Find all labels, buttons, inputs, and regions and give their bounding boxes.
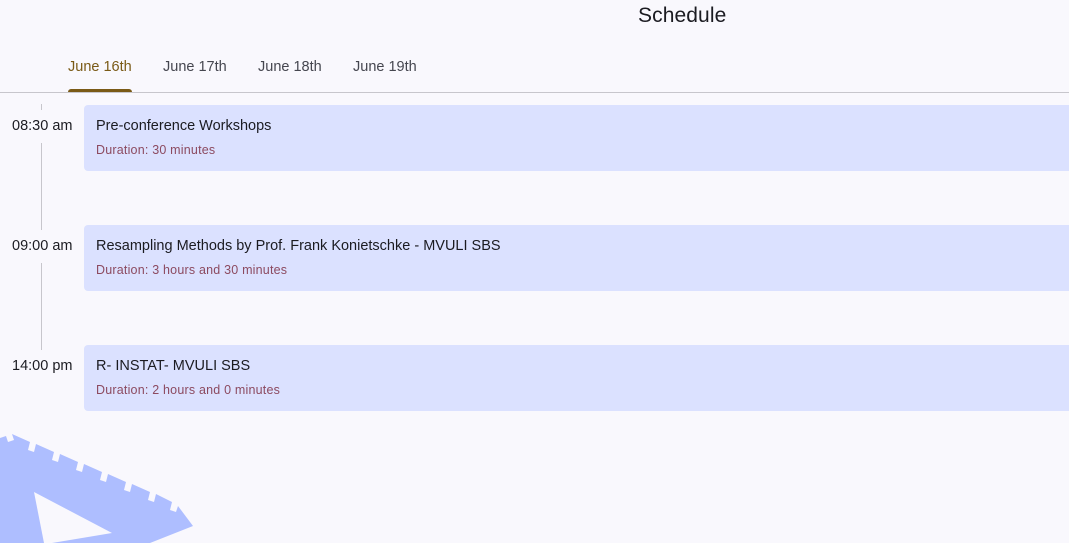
event-card[interactable]: Pre-conference Workshops Duration: 30 mi… bbox=[84, 105, 1069, 171]
event-title: Pre-conference Workshops bbox=[96, 118, 272, 134]
event-title: R- INSTAT- MVULI SBS bbox=[96, 358, 251, 374]
event-time: 08:30 am bbox=[12, 118, 73, 134]
event-card[interactable]: R- INSTAT- MVULI SBS Duration: 2 hours a… bbox=[84, 345, 1069, 411]
tab-label: June 18th bbox=[258, 59, 322, 75]
tab-june-17th[interactable]: June 17th bbox=[163, 46, 227, 92]
date-tabs: June 16th June 17th June 18th June 19th bbox=[0, 46, 1069, 93]
tab-label: June 19th bbox=[353, 59, 417, 75]
tab-label: June 17th bbox=[163, 59, 227, 75]
timeline-line bbox=[41, 263, 42, 350]
timeline-line bbox=[41, 143, 42, 230]
active-tab-indicator bbox=[68, 89, 132, 92]
event-duration: Duration: 2 hours and 0 minutes bbox=[96, 383, 281, 397]
event-time: 09:00 am bbox=[12, 238, 73, 254]
tab-label: June 16th bbox=[68, 59, 132, 75]
event-card[interactable]: Resampling Methods by Prof. Frank Koniet… bbox=[84, 225, 1069, 291]
event-time: 14:00 pm bbox=[12, 358, 73, 374]
event-title: Resampling Methods by Prof. Frank Koniet… bbox=[96, 238, 501, 254]
set-square-ruler-icon bbox=[0, 434, 193, 543]
event-duration: Duration: 30 minutes bbox=[96, 143, 216, 157]
tab-june-18th[interactable]: June 18th bbox=[258, 46, 322, 92]
timeline-line bbox=[41, 104, 42, 110]
tab-june-19th[interactable]: June 19th bbox=[353, 46, 417, 92]
event-duration: Duration: 3 hours and 30 minutes bbox=[96, 263, 288, 277]
page-title: Schedule bbox=[638, 4, 727, 27]
tab-june-16th[interactable]: June 16th bbox=[68, 46, 132, 92]
